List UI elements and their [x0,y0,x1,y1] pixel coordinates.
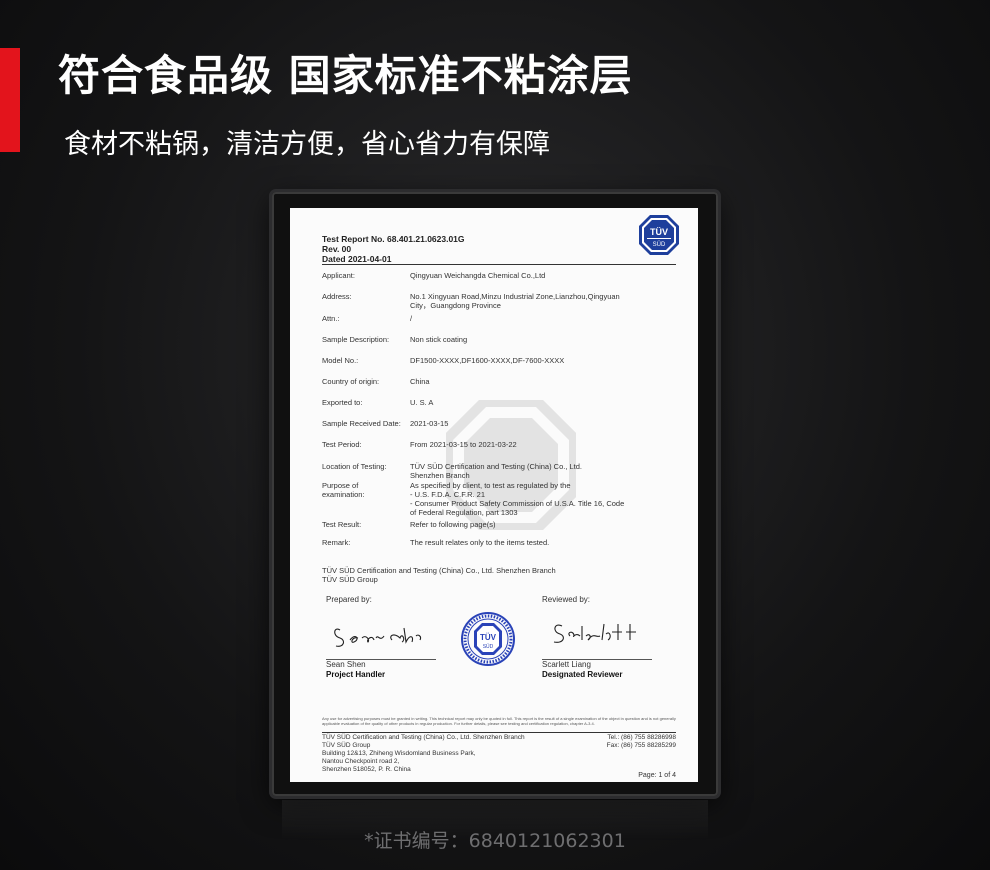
tuv-logo-icon: TÜV SÜD [639,215,679,255]
field-label: Location of Testing: [322,462,387,471]
field-label: Test Result: [322,520,362,529]
seal-logo-text: TÜV [480,633,497,642]
field-label: Address: [322,292,352,301]
field-label: Model No.: [322,356,359,365]
tuv-logo-text: TÜV [650,227,668,237]
reviewer-signature [553,623,636,643]
report-header: Test Report No. 68.401.21.0623.01G Rev. … [322,234,465,264]
field-label: Applicant: [322,271,355,280]
issuer-group: TÜV SÜD Group [322,575,378,584]
field-value: 2021-03-15 [410,419,449,428]
seal-logo-subtext: SÜD [483,643,494,650]
field-value: Non stick coating [410,335,468,344]
tuv-seal-icon: TÜV SÜD [461,612,515,666]
field-value: No.1 Xingyuan Road,Minzu Industrial Zone… [410,292,620,310]
reviewer-role: Designated Reviewer [542,670,623,679]
tuv-logo-subtext: SÜD [653,241,666,248]
field-value: DF1500-XXXX,DF1600-XXXX,DF-7600-XXXX [410,356,565,365]
field-label: Attn.: [322,314,340,323]
reviewer-name: Scarlett Liang [542,660,591,669]
field-value: China [410,377,430,386]
field-label: Test Period: [322,440,362,449]
field-label: Remark: [322,538,351,547]
footer-rule [322,732,676,733]
field-label: Exported to: [322,398,363,407]
footer-contact: Tel.: (86) 755 88286998 Fax: (86) 755 88… [606,734,676,749]
field-label: Sample Received Date: [322,419,401,428]
report-number: Test Report No. 68.401.21.0623.01G [322,234,465,244]
report-date: Dated 2021-04-01 [322,254,392,264]
field-value: The result relates only to the items tes… [410,538,550,547]
report-revision: Rev. 00 [322,244,352,254]
certificate-number: *证书编号：6840121062301 [364,830,626,852]
preparer-signature [334,627,422,647]
field-value: As specified by client, to test as regul… [410,481,625,517]
field-label: Country of origin: [322,377,380,386]
field-value: From 2021-03-15 to 2021-03-22 [410,440,517,449]
accent-bar [0,48,20,152]
subheadline: 食材不粘锅，清洁方便，省心省力有保障 [64,129,550,160]
reviewed-by-label: Reviewed by: [542,595,591,604]
page-number: Page: 1 of 4 [638,772,676,779]
field-label: Purpose of examination: [322,481,365,499]
field-value: Refer to following page(s) [410,520,496,529]
legal-fineprint: Any use for advertising purposes must be… [322,716,676,726]
issuer-name: TÜV SÜD Certification and Testing (China… [322,566,556,575]
footer-address: TÜV SÜD Certification and Testing (China… [322,734,525,773]
headline: 符合食品级 国家标准不粘涂层 [58,51,633,100]
header-rule [322,264,676,265]
field-value: TÜV SÜD Certification and Testing (China… [410,462,583,480]
field-label: Sample Description: [322,335,390,344]
field-value: Qingyuan Weichangda Chemical Co.,Ltd [410,271,546,280]
certificate-paper: TÜV SÜD Test Report No. 68.401.21.0623.0… [290,208,698,782]
preparer-role: Project Handler [326,670,386,679]
preparer-name: Sean Shen [326,660,366,669]
field-value: U. S. A [410,398,434,407]
prepared-by-label: Prepared by: [326,595,372,604]
field-value: / [410,314,413,323]
